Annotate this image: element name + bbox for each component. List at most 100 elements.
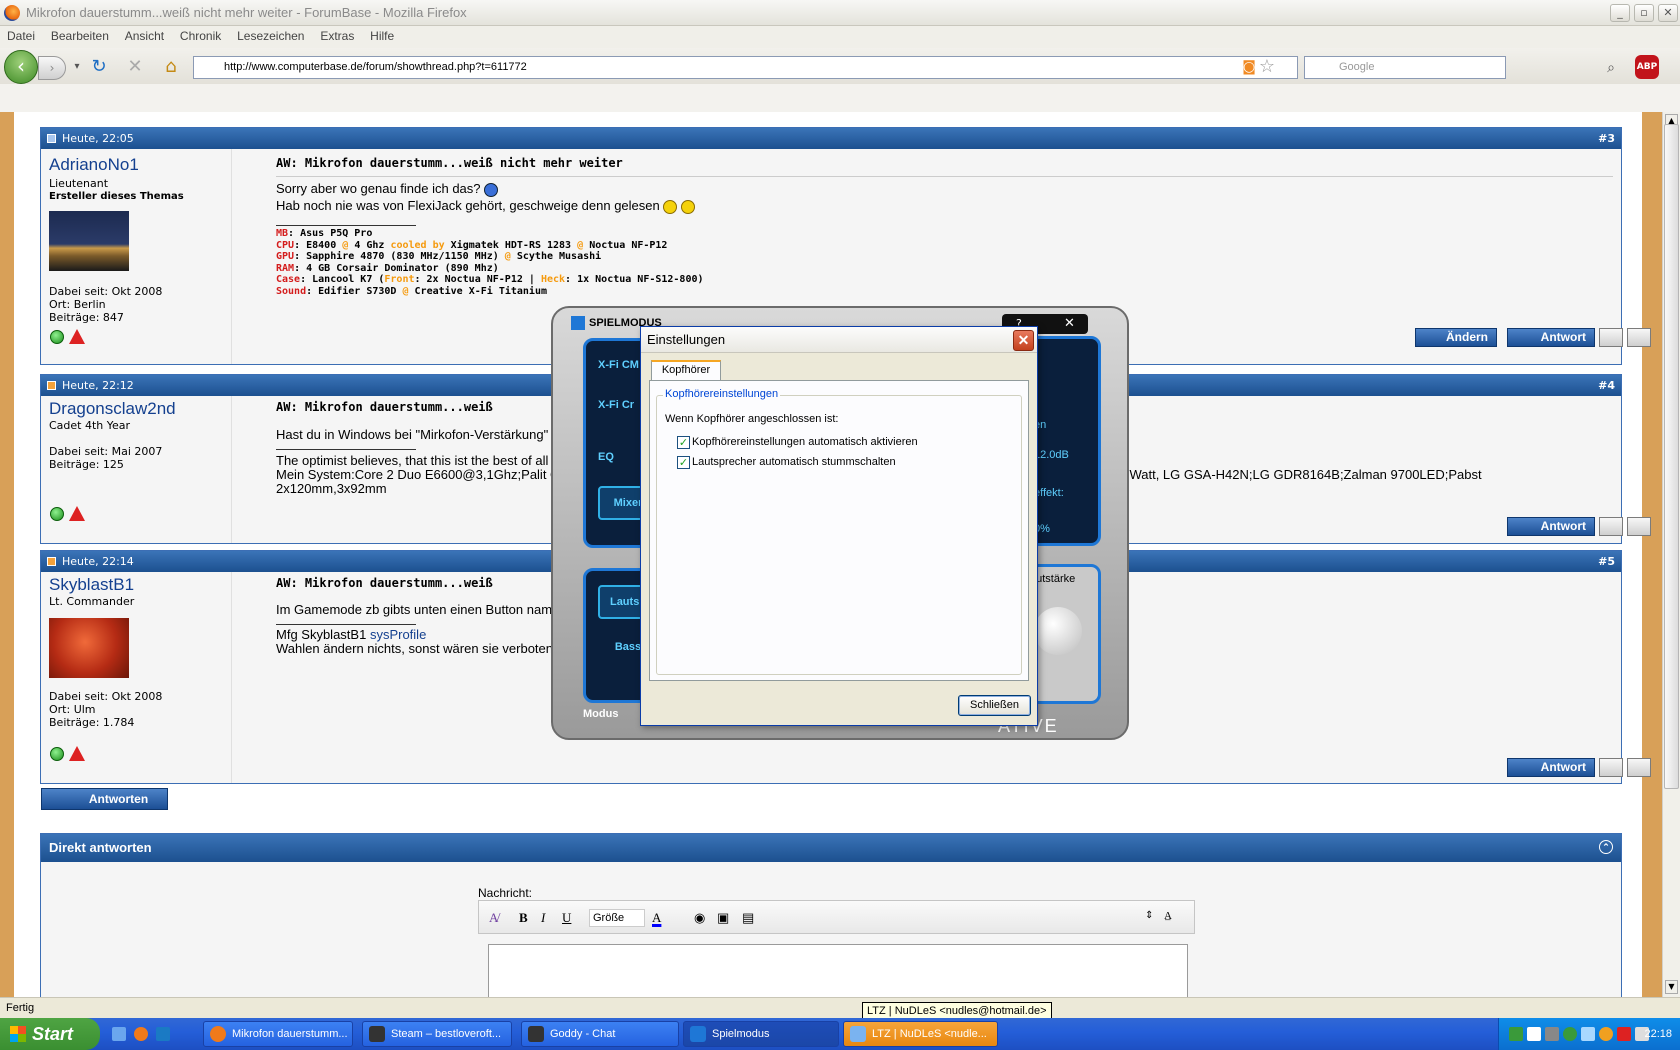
switch-mode-icon[interactable]: A̲ (1164, 910, 1172, 922)
home-icon[interactable]: ⌂ (160, 56, 182, 78)
volume-knob[interactable] (1034, 607, 1082, 655)
maximize-button[interactable]: ▫ (1634, 4, 1654, 22)
report-icon[interactable] (69, 746, 85, 761)
multiquote-icon[interactable] (1627, 517, 1651, 536)
reply-button[interactable]: Antwort (1507, 517, 1595, 536)
collapse-icon[interactable]: ⌃ (1599, 840, 1613, 854)
tray-icon[interactable] (1617, 1027, 1631, 1041)
underline-button[interactable]: U (562, 910, 571, 926)
quicklaunch-ie-icon[interactable] (112, 1027, 126, 1041)
reply-button[interactable]: Antwort (1507, 758, 1595, 777)
vertical-scrollbar[interactable]: ▲ ▼ (1662, 112, 1680, 997)
post-date: Heute, 22:05 (62, 132, 134, 145)
task-steam[interactable]: Steam – bestloveroft... (362, 1021, 512, 1047)
adblock-icon[interactable]: ABP (1635, 55, 1659, 79)
task-firefox[interactable]: Mikrofon dauerstumm... (203, 1021, 353, 1047)
signature-text: Mfg SkyblastB1 sysProfile (276, 627, 427, 642)
sysprofile-link[interactable]: sysProfile (370, 627, 426, 642)
menu-hilfe[interactable]: Hilfe (370, 26, 394, 46)
scroll-down-icon[interactable]: ▼ (1665, 980, 1678, 994)
start-button[interactable]: Start (0, 1018, 100, 1050)
username[interactable]: SkyblastB1 (49, 575, 134, 595)
back-icon[interactable]: ‹ (4, 50, 38, 84)
history-dropdown-icon[interactable]: ▾ (66, 56, 88, 78)
online-status-icon (50, 747, 64, 761)
quote-icon[interactable]: ▤ (742, 910, 754, 926)
link-icon[interactable]: ◉ (694, 910, 705, 926)
report-icon[interactable] (69, 329, 85, 344)
divider (276, 176, 1613, 177)
menu-bearbeiten[interactable]: Bearbeiten (51, 26, 109, 46)
smiley-icon (484, 182, 499, 197)
task-chat[interactable]: Goddy - Chat (521, 1021, 679, 1047)
stop-icon[interactable]: ✕ (124, 56, 146, 78)
task-spielmodus[interactable]: Spielmodus (683, 1021, 839, 1047)
remove-format-icon[interactable]: A̸ (489, 910, 498, 926)
resize-icon[interactable]: ⇕ (1145, 910, 1153, 921)
report-icon[interactable] (69, 506, 85, 521)
user-info: Dragonsclaw2nd Cadet 4th Year Dabei seit… (41, 396, 232, 543)
tray-icon[interactable] (1563, 1027, 1577, 1041)
username[interactable]: Dragonsclaw2nd (49, 399, 176, 419)
dialog-title: Einstellungen ✕ (641, 327, 1037, 353)
group-label: Kopfhörereinstellungen (663, 388, 781, 400)
tray-icon[interactable] (1509, 1027, 1523, 1041)
quote-icon[interactable] (1599, 517, 1623, 536)
message-textarea[interactable] (488, 944, 1188, 997)
dialog-close-icon[interactable]: ✕ (1013, 330, 1034, 351)
scroll-thumb[interactable] (1664, 124, 1679, 789)
font-color-icon[interactable]: A (652, 910, 661, 926)
tray-icon[interactable] (1599, 1027, 1613, 1041)
joined-date: Dabei seit: Mai 2007 (49, 445, 163, 458)
tray-icon[interactable] (1545, 1027, 1559, 1041)
multiquote-icon[interactable] (1627, 328, 1651, 347)
menu-extras[interactable]: Extras (320, 26, 354, 46)
italic-button[interactable]: I (541, 910, 545, 926)
search-icon[interactable]: ⌕ (1600, 57, 1622, 79)
image-icon[interactable]: ▣ (717, 910, 729, 926)
menu-datei[interactable]: Datei (7, 26, 35, 46)
tray-icon[interactable] (1581, 1027, 1595, 1041)
status-bar: Fertig (0, 997, 1680, 1018)
font-size-select[interactable]: Größe (589, 909, 645, 927)
reload-icon[interactable]: ↻ (88, 56, 110, 78)
close-dialog-button[interactable]: Schließen (958, 695, 1031, 716)
steam-icon (369, 1026, 385, 1042)
search-input[interactable]: Google (1304, 56, 1506, 79)
post-number[interactable]: #3 (1598, 128, 1615, 149)
quicklaunch-desktop-icon[interactable] (156, 1027, 170, 1041)
edit-button[interactable]: Ändern (1415, 328, 1497, 347)
menu-chronik[interactable]: Chronik (180, 26, 221, 46)
avatar[interactable] (49, 211, 129, 271)
minimize-button[interactable]: _ (1610, 4, 1630, 22)
quicklaunch-firefox-icon[interactable] (134, 1027, 148, 1041)
creative-icon (690, 1026, 706, 1042)
auto-mute-label[interactable]: Lautsprecher automatisch stummschalten (692, 456, 896, 468)
quote-icon[interactable] (1599, 758, 1623, 777)
modus-button[interactable]: Modus (583, 708, 618, 720)
menu-ansicht[interactable]: Ansicht (125, 26, 164, 46)
post-number[interactable]: #5 (1598, 551, 1615, 572)
new-reply-button[interactable]: Antworten (41, 788, 168, 810)
tray-icon[interactable] (1527, 1027, 1541, 1041)
creative-close-button[interactable]: ✕ (1064, 314, 1075, 334)
auto-mute-checkbox[interactable]: ✓ (677, 456, 690, 469)
username[interactable]: AdrianoNo1 (49, 155, 139, 175)
post-number[interactable]: #4 (1598, 375, 1615, 396)
bold-button[interactable]: B (519, 910, 528, 926)
close-button[interactable]: ✕ (1658, 4, 1678, 22)
task-ltz[interactable]: LTZ | NuDLeS <nudle... (843, 1021, 998, 1047)
multiquote-icon[interactable] (1627, 758, 1651, 777)
signature-divider (276, 225, 416, 226)
bookmark-star-icon[interactable]: ☆ (1256, 56, 1278, 78)
auto-activate-checkbox[interactable]: ✓ (677, 436, 690, 449)
auto-activate-label[interactable]: Kopfhörereinstellungen automatisch aktiv… (692, 436, 918, 448)
avatar[interactable] (49, 618, 129, 678)
menu-lesezeichen[interactable]: Lesezeichen (237, 26, 304, 46)
forward-icon[interactable]: › (38, 56, 66, 80)
url-input[interactable]: http://www.computerbase.de/forum/showthr… (193, 56, 1298, 79)
quote-icon[interactable] (1599, 328, 1623, 347)
reply-button[interactable]: Antwort (1507, 328, 1595, 347)
tab-kopfhoerer[interactable]: Kopfhörer (651, 360, 721, 380)
firefox-icon (4, 5, 20, 21)
